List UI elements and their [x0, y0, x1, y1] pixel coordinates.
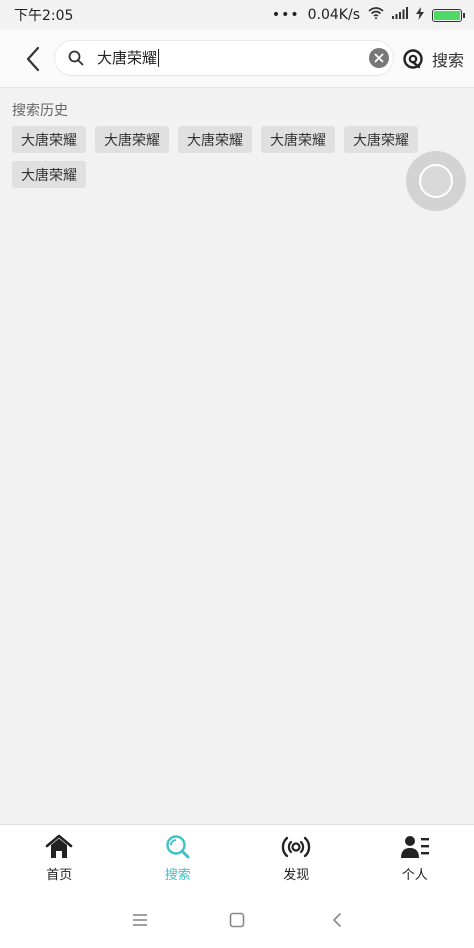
person-icon: [400, 835, 429, 858]
search-icon: [166, 834, 190, 858]
tab-home[interactable]: 首页: [0, 825, 119, 891]
back-button[interactable]: [18, 44, 48, 74]
search-logo-icon: [403, 49, 423, 69]
floating-ball-button[interactable]: [406, 151, 466, 211]
tab-home-label: 首页: [46, 867, 73, 883]
search-submit-button[interactable]: 搜索: [402, 46, 464, 72]
history-chip[interactable]: 大唐荣耀: [261, 126, 335, 153]
battery-icon: [432, 8, 465, 22]
tab-search[interactable]: 搜索: [119, 825, 238, 891]
clear-button[interactable]: [369, 48, 389, 68]
tab-profile[interactable]: 个人: [356, 825, 474, 891]
charging-icon: [416, 6, 424, 24]
signal-icon: [392, 7, 408, 23]
broadcast-icon: [281, 836, 311, 857]
battery-level: [434, 10, 460, 20]
search-icon: [68, 50, 84, 66]
notification-dots: •••: [271, 7, 300, 23]
search-input[interactable]: 大唐荣耀: [54, 40, 394, 76]
history-chip[interactable]: 大唐荣耀: [95, 126, 169, 153]
tab-search-label: 搜索: [164, 867, 191, 883]
search-history-title: 搜索历史: [12, 103, 68, 119]
history-chip[interactable]: 大唐荣耀: [12, 161, 86, 188]
chevron-left-icon: [26, 46, 40, 72]
floating-ball-icon: [419, 164, 453, 198]
system-nav-bar: [0, 891, 474, 948]
tab-discover-label: 发现: [283, 867, 310, 883]
status-bar: 下午2:05 ••• 0.04K/s: [0, 0, 474, 30]
status-time: 下午2:05: [14, 8, 74, 24]
tab-profile-label: 个人: [401, 867, 428, 883]
square-icon: [229, 912, 245, 928]
network-speed: 0.04K/s: [307, 7, 360, 23]
menu-button[interactable]: [129, 909, 151, 931]
history-chip[interactable]: 大唐荣耀: [344, 126, 418, 153]
clear-icon: [374, 53, 384, 63]
home-icon: [45, 834, 73, 858]
history-chip[interactable]: 大唐荣耀: [12, 126, 86, 153]
tab-discover[interactable]: 发现: [237, 825, 356, 891]
bottom-tab-bar: 首页 搜索 发现 个人: [0, 824, 474, 891]
wifi-icon: [368, 7, 384, 23]
menu-icon: [133, 914, 147, 926]
search-history-list: 大唐荣耀 大唐荣耀 大唐荣耀 大唐荣耀 大唐荣耀 大唐荣耀: [12, 126, 432, 188]
search-header: 大唐荣耀 搜索: [0, 30, 474, 88]
home-nav-button[interactable]: [226, 909, 248, 931]
search-input-text: 大唐荣耀: [97, 49, 160, 67]
chevron-left-icon: [333, 913, 341, 927]
back-nav-button[interactable]: [326, 909, 348, 931]
search-submit-label: 搜索: [432, 51, 465, 70]
status-indicators: ••• 0.04K/s: [271, 6, 465, 24]
history-chip[interactable]: 大唐荣耀: [178, 126, 252, 153]
